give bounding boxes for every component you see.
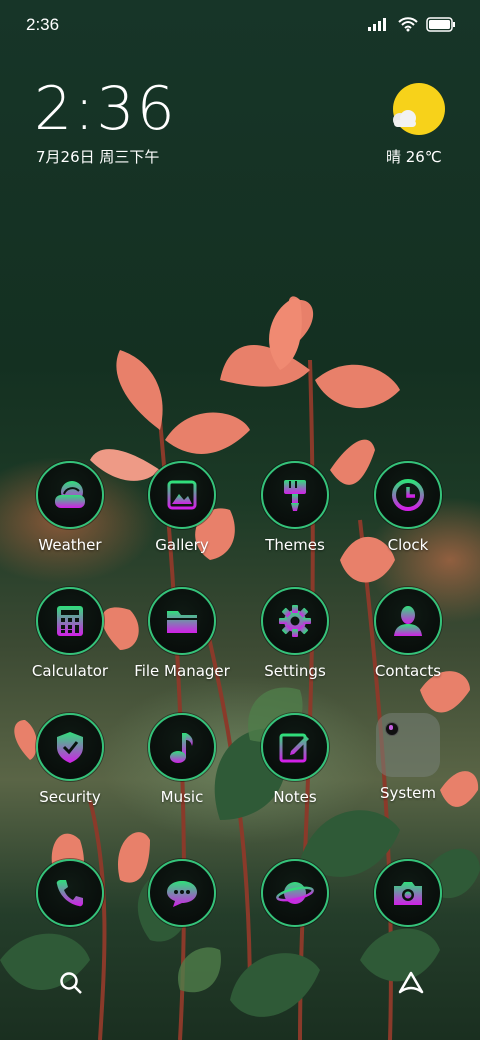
app-folder-system[interactable]: System [353,713,463,802]
app-music[interactable]: Music [127,713,237,806]
app-notes[interactable]: Notes [240,713,350,806]
search-icon[interactable] [58,970,84,996]
folder-icon [167,611,197,633]
clock-icon [392,479,424,511]
calculator-icon [57,606,83,636]
app-label: Contacts [374,662,442,680]
notes-icon [279,733,309,763]
app-label: Notes [273,788,317,806]
app-label: Music [160,788,204,806]
themes-icon [284,480,306,511]
app-label: Clock [387,536,429,554]
sunny-weather-icon[interactable] [388,82,446,140]
gear-icon [279,605,311,637]
app-label: Gallery [155,536,209,554]
clock-widget-date: 7月26日 周三下午 [36,148,160,166]
app-label: Themes [265,536,325,554]
signal-icon [368,18,386,31]
app-label: Calculator [31,662,109,680]
app-clock[interactable]: Clock [353,461,463,554]
status-time: 2:36 [26,15,60,34]
folder-icon [376,713,440,777]
app-weather[interactable]: Weather [15,461,125,554]
app-file-manager[interactable]: File Manager [127,587,237,680]
wifi-icon [398,17,418,32]
clock-widget-time[interactable]: 2:36 [34,76,177,142]
app-themes[interactable]: Themes [240,461,350,554]
browser-icon [276,882,314,904]
dock-phone[interactable] [15,859,125,927]
weather-widget-text: 晴 26℃ [386,148,442,166]
gallery-icon [167,480,197,510]
shield-icon [57,732,83,763]
weather-icon [55,481,85,508]
app-drawer-icon[interactable] [396,970,426,996]
app-label: Security [39,788,101,806]
app-calculator[interactable]: Calculator [15,587,125,680]
app-label: Weather [38,536,102,554]
dock-camera[interactable] [353,859,463,927]
message-icon [167,881,197,907]
app-security[interactable]: Security [15,713,125,806]
app-contacts[interactable]: Contacts [353,587,463,680]
phone-icon [56,880,83,907]
app-label: Settings [264,662,326,680]
dock-browser[interactable] [240,859,350,927]
status-bar: 2:36 [0,0,480,50]
app-gallery[interactable]: Gallery [127,461,237,554]
app-label: File Manager [134,662,230,680]
music-note-icon [170,733,193,763]
dock-messages[interactable] [127,859,237,927]
app-label: System [380,784,436,802]
battery-icon [426,16,455,32]
contact-icon [394,606,422,636]
app-settings[interactable]: Settings [240,587,350,680]
camera-icon [394,882,422,905]
